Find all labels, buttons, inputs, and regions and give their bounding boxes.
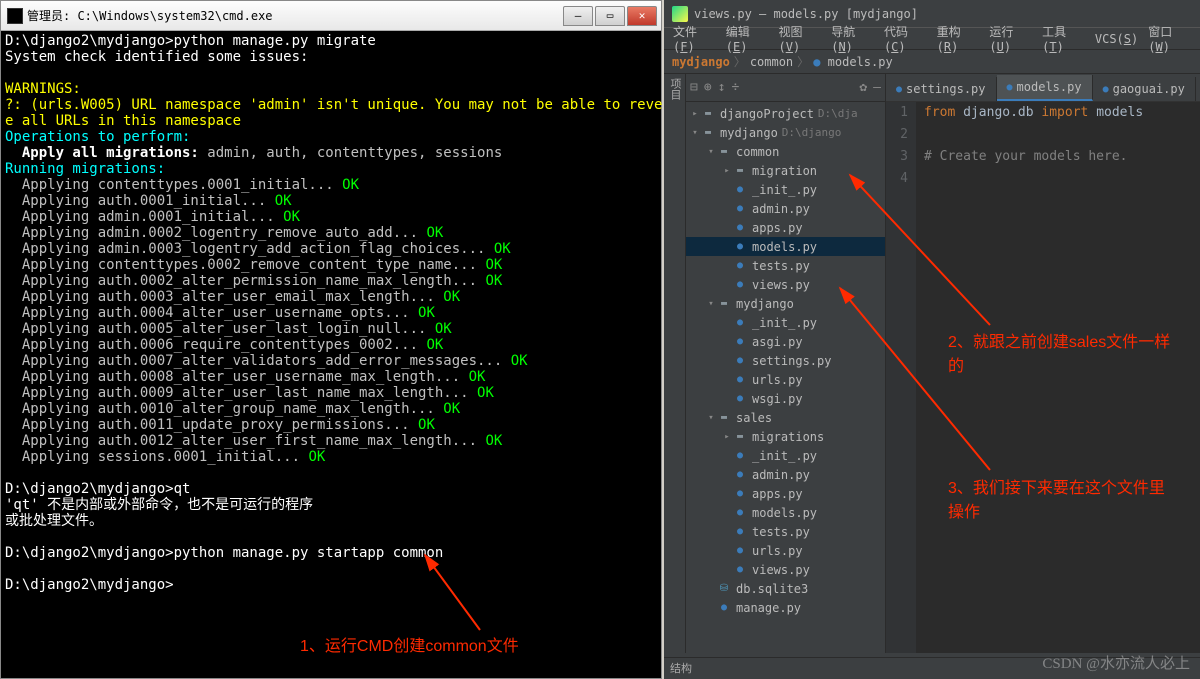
- menu-item[interactable]: 编辑(E): [721, 23, 774, 54]
- menu-item[interactable]: 导航(N): [826, 23, 879, 54]
- menu-item[interactable]: VCS(S): [1090, 32, 1143, 46]
- code-area[interactable]: 1234 from django.db import models # Crea…: [886, 102, 1200, 653]
- tree-item[interactable]: ●_init_.py: [686, 313, 885, 332]
- crumb-file[interactable]: models.py: [828, 55, 893, 69]
- folder-icon: ▬: [716, 297, 732, 311]
- tree-item[interactable]: ▾▬sales: [686, 408, 885, 427]
- python-file-icon: ●: [732, 373, 748, 387]
- project-tree[interactable]: ▸▬djangoProjectD:\dja▾▬mydjangoD:\django…: [686, 102, 885, 653]
- menu-item[interactable]: 文件(F): [668, 23, 721, 54]
- tree-item[interactable]: ▾▬mydjangoD:\django: [686, 123, 885, 142]
- python-file-icon: ●: [732, 468, 748, 482]
- tree-item[interactable]: ●models.py: [686, 237, 885, 256]
- tree-item[interactable]: ▾▬mydjango: [686, 294, 885, 313]
- minimize-button[interactable]: —: [563, 6, 593, 26]
- folder-icon: ▬: [700, 126, 716, 140]
- tree-item[interactable]: ▾▬common: [686, 142, 885, 161]
- tool-strip[interactable]: 项目: [664, 74, 686, 653]
- project-panel: ⊟ ⊕ ↕ ÷ ✿ — ▸▬djangoProjectD:\dja▾▬mydja…: [686, 74, 886, 653]
- tree-item[interactable]: ▸▬migrations: [686, 427, 885, 446]
- menu-item[interactable]: 窗口(W): [1143, 23, 1196, 54]
- gutter: 1234: [886, 102, 916, 653]
- tree-item[interactable]: ●wsgi.py: [686, 389, 885, 408]
- python-file-icon: ●: [732, 202, 748, 216]
- tree-item[interactable]: ●urls.py: [686, 541, 885, 560]
- tree-item[interactable]: ●views.py: [686, 275, 885, 294]
- python-file-icon: ●: [732, 335, 748, 349]
- target-icon[interactable]: ⊕: [704, 80, 712, 95]
- cmd-titlebar[interactable]: 管理员: C:\Windows\system32\cmd.exe — ▭ ✕: [1, 1, 661, 31]
- database-icon: ⛁: [716, 582, 732, 596]
- cmd-window: 管理员: C:\Windows\system32\cmd.exe — ▭ ✕ D…: [0, 0, 662, 679]
- tree-item[interactable]: ▸▬djangoProjectD:\dja: [686, 104, 885, 123]
- python-file-icon: ●: [732, 544, 748, 558]
- tree-item[interactable]: ●settings.py: [686, 351, 885, 370]
- tree-item[interactable]: ●apps.py: [686, 484, 885, 503]
- cmd-icon: [7, 8, 23, 24]
- python-file-icon: ●: [732, 240, 748, 254]
- close-button[interactable]: ✕: [627, 6, 657, 26]
- editor-tab[interactable]: ●gaoguai.py: [1093, 77, 1196, 101]
- sort-icon[interactable]: ↕: [718, 80, 726, 95]
- editor-tab[interactable]: ●models.py: [997, 75, 1093, 101]
- folder-icon: ▬: [716, 145, 732, 159]
- cmd-output[interactable]: D:\django2\mydjango>python manage.py mig…: [1, 31, 661, 595]
- crumb-root[interactable]: mydjango: [672, 55, 730, 69]
- cmd-title: 管理员: C:\Windows\system32\cmd.exe: [27, 7, 563, 24]
- menu-item[interactable]: 视图(V): [773, 23, 826, 54]
- tree-item[interactable]: ●manage.py: [686, 598, 885, 617]
- python-file-icon: ●: [732, 354, 748, 368]
- python-file-icon: ●: [716, 601, 732, 615]
- tree-item[interactable]: ●_init_.py: [686, 180, 885, 199]
- menu-item[interactable]: 重构(R): [932, 23, 985, 54]
- tree-item[interactable]: ⛁db.sqlite3: [686, 579, 885, 598]
- pycharm-logo-icon: [672, 6, 688, 22]
- tree-item[interactable]: ●views.py: [686, 560, 885, 579]
- menu-item[interactable]: 工具(T): [1037, 23, 1090, 54]
- python-file-icon: ●: [732, 392, 748, 406]
- editor: ●settings.py●models.py●gaoguai.py 1234 f…: [886, 74, 1200, 653]
- python-file-icon: ●: [732, 449, 748, 463]
- python-file-icon: ●: [732, 506, 748, 520]
- tree-item[interactable]: ▸▬migration: [686, 161, 885, 180]
- python-file-icon: ●: [732, 221, 748, 235]
- tree-item[interactable]: ●tests.py: [686, 522, 885, 541]
- tree-item[interactable]: ●models.py: [686, 503, 885, 522]
- pycharm-window: views.py – models.py [mydjango] 文件(F)编辑(…: [664, 0, 1200, 679]
- tree-item[interactable]: ●asgi.py: [686, 332, 885, 351]
- folder-icon: ▬: [716, 411, 732, 425]
- editor-tabs[interactable]: ●settings.py●models.py●gaoguai.py: [886, 74, 1200, 102]
- hide-icon[interactable]: —: [873, 80, 881, 95]
- tree-item[interactable]: ●admin.py: [686, 199, 885, 218]
- crumb-folder[interactable]: common: [750, 55, 793, 69]
- tree-item[interactable]: ●_init_.py: [686, 446, 885, 465]
- folder-icon: ▬: [732, 430, 748, 444]
- tree-item[interactable]: ●apps.py: [686, 218, 885, 237]
- python-file-icon: ●: [732, 259, 748, 273]
- folder-icon: ▬: [732, 164, 748, 178]
- tree-item[interactable]: ●tests.py: [686, 256, 885, 275]
- watermark: CSDN @水亦流人必上: [1042, 652, 1190, 673]
- python-file-icon: ●: [732, 487, 748, 501]
- folder-icon: ▬: [700, 107, 716, 121]
- divide-icon[interactable]: ÷: [731, 80, 739, 95]
- maximize-button[interactable]: ▭: [595, 6, 625, 26]
- python-file-icon: ●: [732, 563, 748, 577]
- python-file-icon: ●: [732, 183, 748, 197]
- python-file-icon: ●: [732, 278, 748, 292]
- tree-item[interactable]: ●urls.py: [686, 370, 885, 389]
- project-toolbar[interactable]: ⊟ ⊕ ↕ ÷ ✿ —: [686, 74, 885, 102]
- menu-item[interactable]: 运行(U): [984, 23, 1037, 54]
- tree-item[interactable]: ●admin.py: [686, 465, 885, 484]
- python-file-icon: ●: [732, 316, 748, 330]
- gear-icon[interactable]: ✿: [859, 80, 867, 95]
- menu-item[interactable]: 代码(C): [879, 23, 932, 54]
- python-file-icon: ●: [732, 525, 748, 539]
- collapse-icon[interactable]: ⊟: [690, 80, 698, 95]
- pycharm-title: views.py – models.py [mydjango]: [694, 7, 918, 21]
- menubar[interactable]: 文件(F)编辑(E)视图(V)导航(N)代码(C)重构(R)运行(U)工具(T)…: [664, 28, 1200, 50]
- editor-tab[interactable]: ●settings.py: [886, 77, 997, 101]
- code-content[interactable]: from django.db import models # Create yo…: [916, 102, 1200, 653]
